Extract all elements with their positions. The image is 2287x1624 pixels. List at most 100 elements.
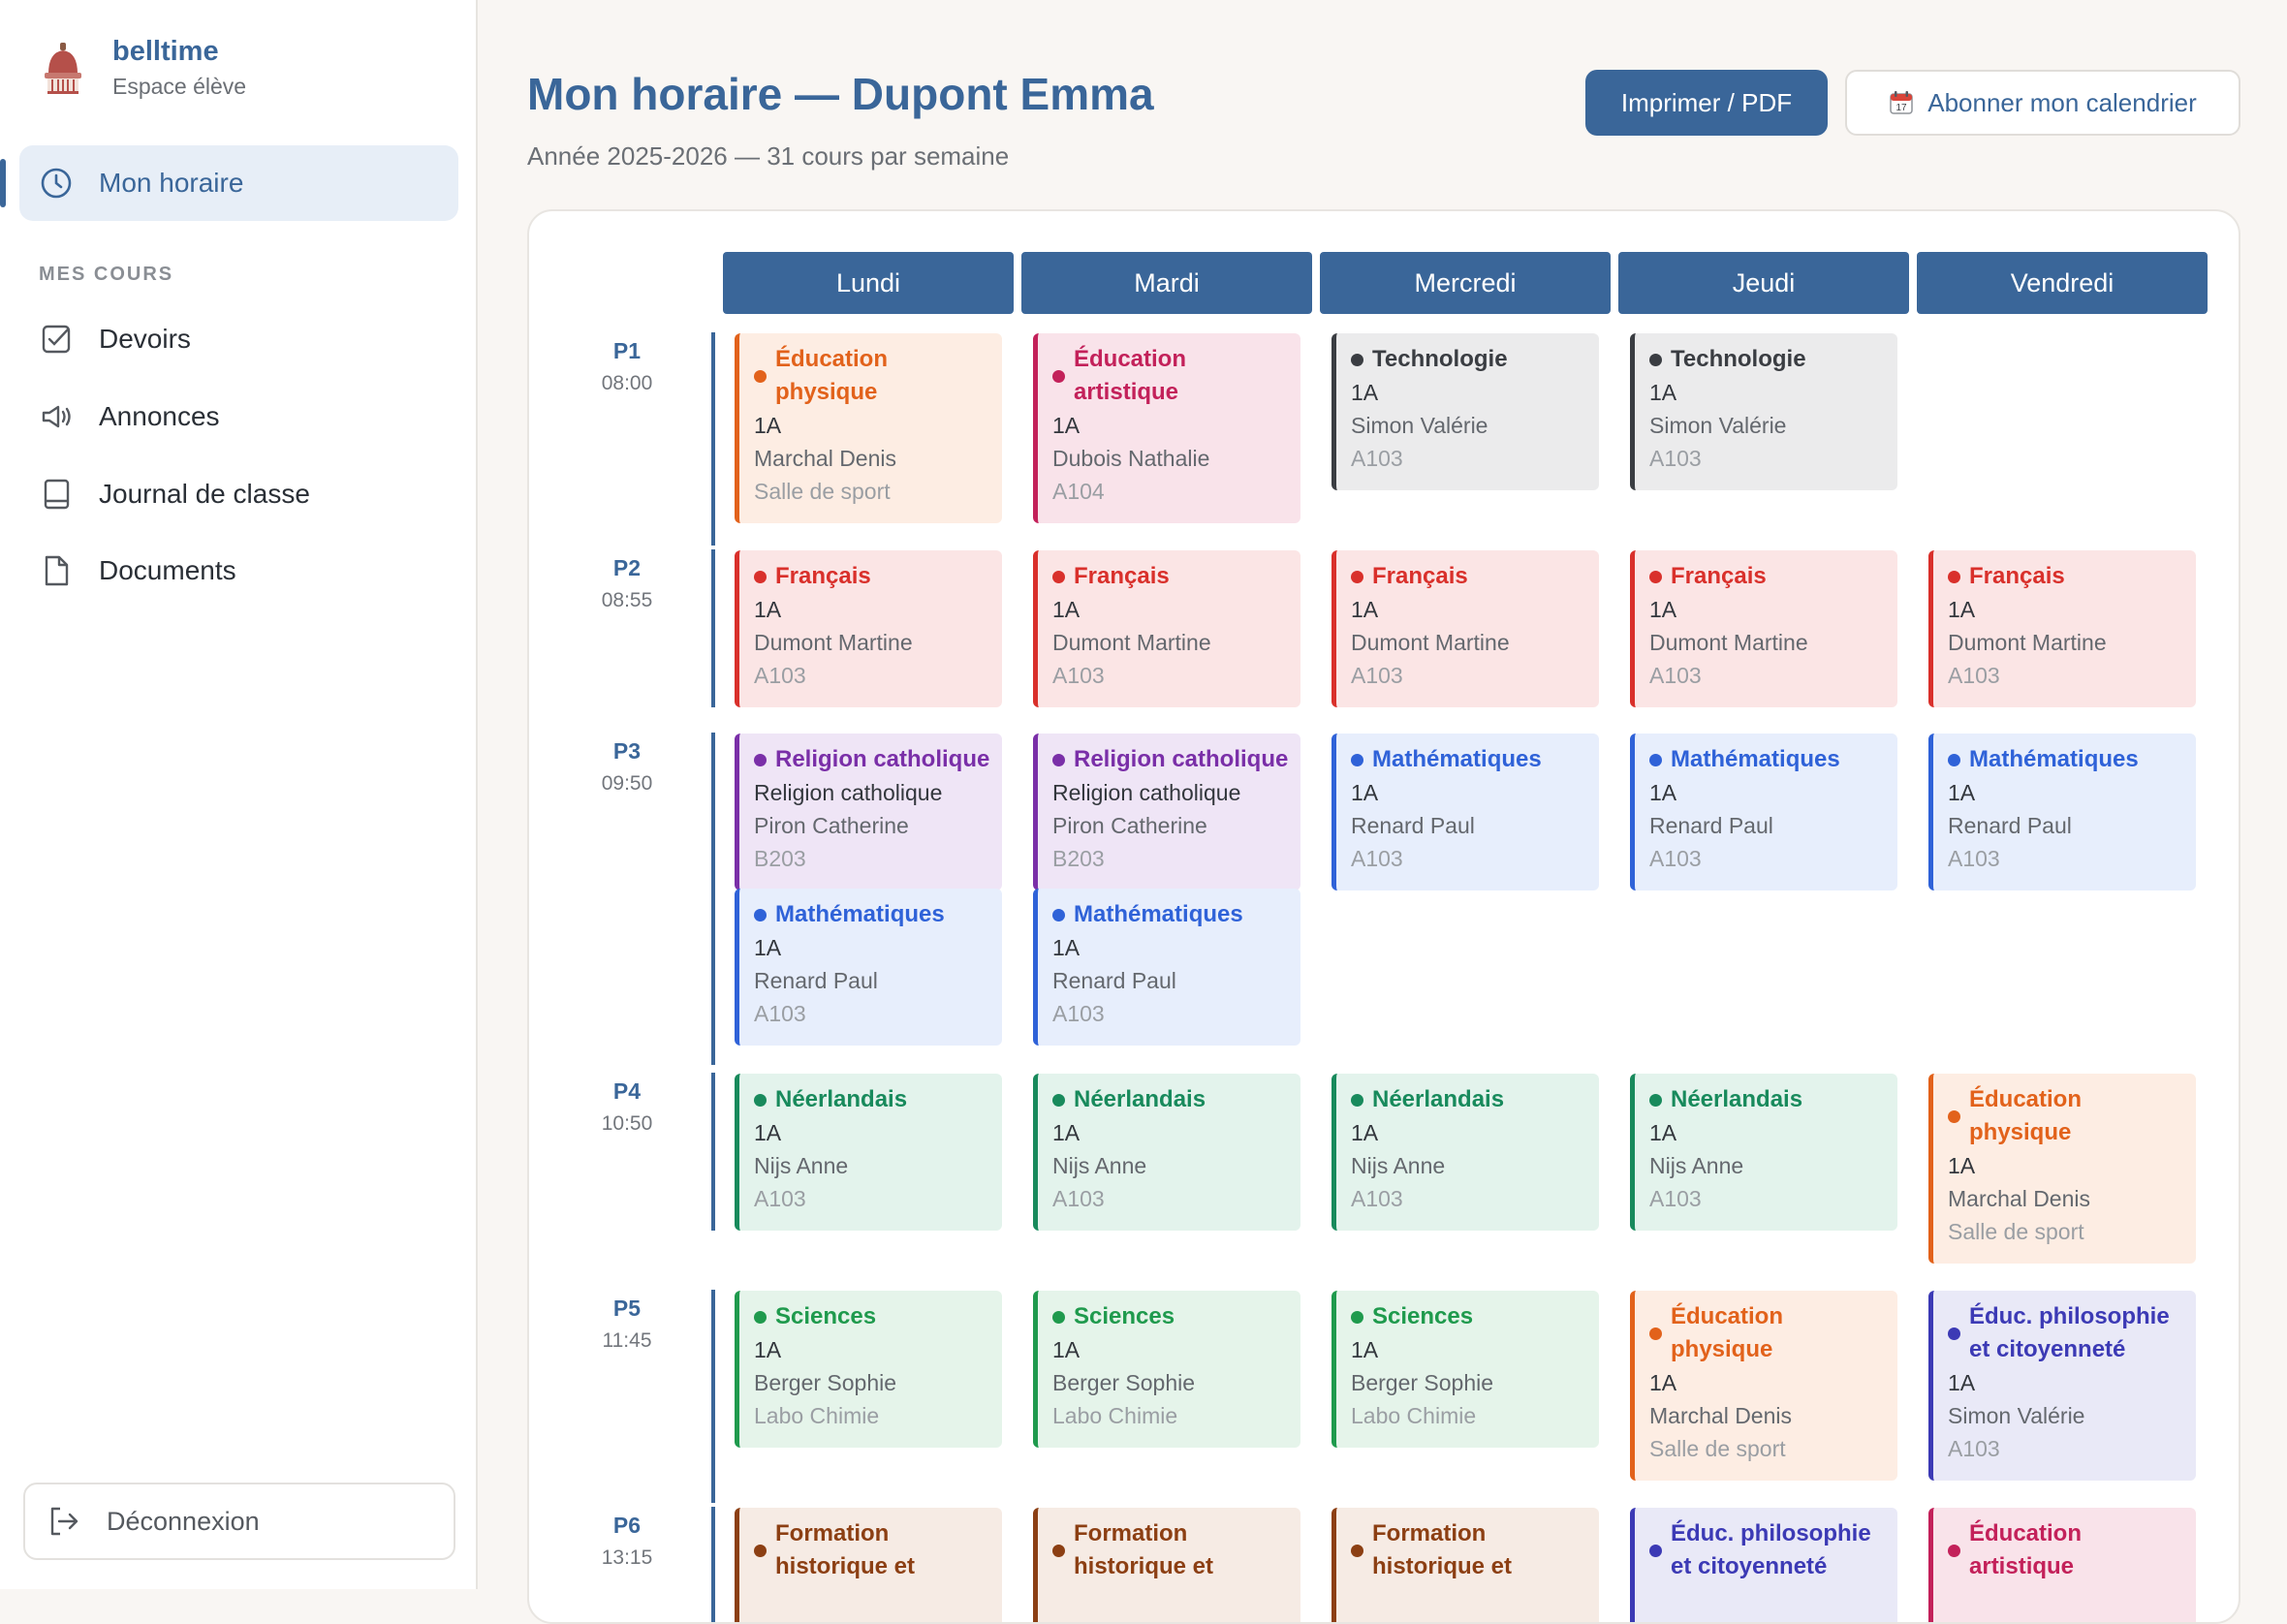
period-time: 10:50: [601, 1112, 653, 1135]
course-card[interactable]: Éducation physique 1A Marchal Denis Salle de…: [735, 333, 1002, 523]
course-title-line: Mathématiques: [1969, 746, 2139, 772]
course-card[interactable]: Français 1A Dumont Martine A103: [1928, 550, 2196, 707]
course-title-line: et citoyenneté: [1969, 1336, 2126, 1362]
period-time: 08:00: [601, 372, 653, 394]
period-label: P1 08:00: [574, 334, 680, 400]
period-code: P1: [612, 338, 642, 363]
course-title: Sciences: [1351, 1300, 1589, 1333]
course-teacher: Nijs Anne: [1649, 1153, 1744, 1178]
course-card[interactable]: Mathématiques 1A Renard Paul A103: [1928, 734, 2196, 890]
day-header: Vendredi: [1917, 252, 2208, 314]
course-teacher: Renard Paul: [1649, 813, 1773, 838]
course-card[interactable]: Néerlandais 1A Nijs Anne A103: [735, 1074, 1002, 1231]
course-title: Religion catholique: [754, 743, 992, 776]
period-divider: [711, 1073, 715, 1231]
course-room: A103: [1948, 663, 2000, 688]
course-group: 1A: [1948, 1370, 1976, 1395]
course-room: Salle de sport: [1649, 1436, 1786, 1461]
course-room: A103: [754, 1001, 806, 1026]
course-color-dot: [1052, 754, 1065, 766]
course-group: 1A: [1948, 780, 1976, 805]
course-card[interactable]: Néerlandais 1A Nijs Anne A103: [1630, 1074, 1897, 1231]
course-card[interactable]: Néerlandais 1A Nijs Anne A103: [1331, 1074, 1599, 1231]
course-card[interactable]: Religion catholique Religion catholique Pi…: [1033, 734, 1300, 890]
course-card[interactable]: Mathématiques 1A Renard Paul A103: [735, 889, 1002, 1046]
course-room: B203: [754, 846, 806, 871]
course-card[interactable]: Français 1A Dumont Martine A103: [1331, 550, 1599, 707]
course-card[interactable]: Éduc. philosophie et citoyenneté 1A Simon V…: [1928, 1291, 2196, 1481]
course-card[interactable]: Français 1A Dumont Martine A103: [735, 550, 1002, 707]
sidebar-item-label: Devoirs: [99, 324, 191, 354]
sidebar-item-documents[interactable]: Documents: [39, 547, 236, 595]
print-pdf-button[interactable]: Imprimer / PDF: [1585, 70, 1828, 136]
course-card[interactable]: Éducation artistique: [1928, 1508, 2196, 1622]
course-card[interactable]: Éducation physique 1A Marchal Denis Salle de…: [1928, 1074, 2196, 1264]
course-color-dot: [1948, 754, 1960, 766]
course-card[interactable]: Technologie 1A Simon Valérie A103: [1331, 333, 1599, 490]
course-teacher: Renard Paul: [1052, 968, 1176, 993]
period-code: P4: [612, 1078, 642, 1104]
course-group: 1A: [1351, 380, 1379, 405]
course-title: Mathématiques: [754, 898, 992, 931]
course-card[interactable]: Mathématiques 1A Renard Paul A103: [1033, 889, 1300, 1046]
course-room: A103: [1052, 1186, 1105, 1211]
sidebar-item-annonces[interactable]: Annonces: [39, 392, 220, 441]
course-room: Labo Chimie: [1351, 1403, 1477, 1428]
sidebar-item-devoirs[interactable]: Devoirs: [39, 315, 191, 363]
course-group: 1A: [1948, 597, 1976, 622]
course-title-line: Mathématiques: [1074, 901, 1243, 927]
course-title-line: artistique: [1969, 1553, 2075, 1579]
course-title-line: Néerlandais: [1074, 1086, 1206, 1112]
course-card[interactable]: Technologie 1A Simon Valérie A103: [1630, 333, 1897, 490]
course-card[interactable]: Sciences 1A Berger Sophie Labo Chimie: [735, 1291, 1002, 1448]
course-title: Formation historique et: [754, 1517, 992, 1583]
course-card[interactable]: Religion catholique Religion catholique Pi…: [735, 734, 1002, 890]
course-teacher: Piron Catherine: [754, 813, 909, 838]
course-card[interactable]: Éduc. philosophie et citoyenneté: [1630, 1508, 1897, 1622]
course-title: Éducation physique: [1649, 1300, 1888, 1366]
course-card[interactable]: Éducation artistique 1A Dubois Nathalie A104: [1033, 333, 1300, 523]
subscribe-calendar-button[interactable]: 17 Abonner mon calendrier: [1845, 70, 2240, 136]
course-title: Sciences: [754, 1300, 992, 1333]
course-teacher: Marchal Denis: [1948, 1186, 2090, 1211]
course-color-dot: [754, 1094, 767, 1107]
period-label: P2 08:55: [574, 551, 680, 617]
course-card[interactable]: Mathématiques 1A Renard Paul A103: [1630, 734, 1897, 890]
period-divider: [711, 1507, 715, 1622]
course-card[interactable]: Éducation physique 1A Marchal Denis Salle de…: [1630, 1291, 1897, 1481]
course-teacher: Simon Valérie: [1948, 1403, 2085, 1428]
logout-button[interactable]: Déconnexion: [23, 1483, 455, 1560]
course-card[interactable]: Mathématiques 1A Renard Paul A103: [1331, 734, 1599, 890]
course-title: Éducation physique: [1948, 1083, 2186, 1149]
course-title: Mathématiques: [1948, 743, 2186, 776]
course-card[interactable]: Formation historique et: [1331, 1508, 1599, 1622]
course-title-line: Éduc. philosophie: [1969, 1303, 2170, 1329]
course-title-line: Néerlandais: [775, 1086, 908, 1112]
course-room: A103: [1948, 1436, 2000, 1461]
course-card[interactable]: Français 1A Dumont Martine A103: [1033, 550, 1300, 707]
course-card[interactable]: Formation historique et: [735, 1508, 1002, 1622]
sidebar-item-mon-horaire[interactable]: Mon horaire: [0, 145, 458, 221]
course-teacher: Berger Sophie: [754, 1370, 897, 1395]
sidebar-item-journal-de-classe[interactable]: Journal de classe: [39, 470, 310, 518]
course-card[interactable]: Sciences 1A Berger Sophie Labo Chimie: [1331, 1291, 1599, 1448]
brand[interactable]: belltime Espace élève: [39, 33, 246, 103]
subscribe-calendar-label: Abonner mon calendrier: [1927, 87, 2197, 117]
course-color-dot: [1052, 1094, 1065, 1107]
print-pdf-label: Imprimer / PDF: [1620, 87, 1793, 117]
course-title-line: Mathématiques: [775, 901, 945, 927]
book-icon: [44, 479, 70, 510]
course-group: 1A: [1649, 1370, 1677, 1395]
course-card[interactable]: Néerlandais 1A Nijs Anne A103: [1033, 1074, 1300, 1231]
course-card[interactable]: Français 1A Dumont Martine A103: [1630, 550, 1897, 707]
course-color-dot: [1649, 1327, 1662, 1340]
course-title: Français: [754, 560, 992, 593]
course-title-line: Éducation: [1671, 1303, 1784, 1329]
course-card[interactable]: Formation historique et: [1033, 1508, 1300, 1622]
course-title: Technologie: [1649, 343, 1888, 376]
course-card[interactable]: Sciences 1A Berger Sophie Labo Chimie: [1033, 1291, 1300, 1448]
day-header: Jeudi: [1618, 252, 1909, 314]
course-group: 1A: [754, 1120, 782, 1145]
document-icon: [45, 555, 69, 586]
course-title: Éduc. philosophie et citoyenneté: [1649, 1517, 1888, 1583]
